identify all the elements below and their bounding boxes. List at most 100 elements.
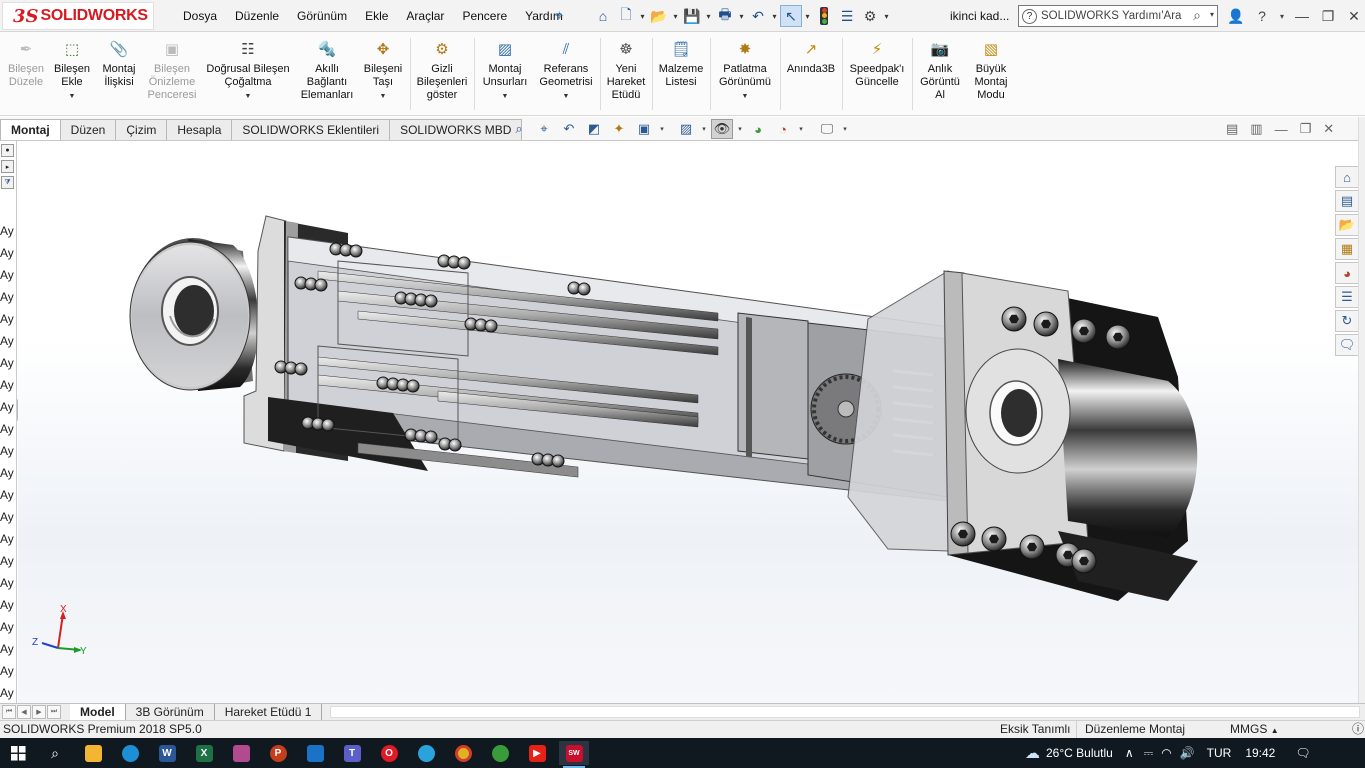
word-icon[interactable]: W (152, 741, 182, 765)
file-explorer-taskbar-icon[interactable] (78, 741, 108, 765)
tab-montaj[interactable]: Montaj (0, 119, 61, 140)
section-view-icon[interactable]: ◩ (583, 119, 605, 139)
bolt-head[interactable] (551, 454, 565, 468)
open-icon[interactable]: 📂 (648, 5, 670, 27)
volume-icon[interactable]: 🔊 (1180, 746, 1195, 760)
next-tab-arrow-icon[interactable]: ▶ (32, 705, 46, 719)
excel-icon[interactable]: X (189, 741, 219, 765)
pin-menu-icon[interactable]: ⌖ (555, 7, 563, 24)
edit-component-button[interactable]: ✒ Bileşen Düzele (6, 38, 46, 89)
status-help-icon[interactable]: ⓘ (1344, 721, 1364, 738)
assembly-features-button[interactable]: ▨ Montaj Unsurları ▼ (478, 38, 532, 103)
tree-item[interactable]: Ay (0, 528, 14, 550)
bolt-head[interactable] (577, 282, 591, 296)
help-icon[interactable]: ? (1252, 8, 1272, 24)
wifi-icon[interactable]: ◠ (1161, 746, 1171, 760)
tree-item[interactable]: Ay (0, 462, 14, 484)
doc-close-icon[interactable]: ✕ (1323, 121, 1334, 137)
rebuild-traffic-light-icon[interactable] (813, 5, 835, 27)
chrome-icon[interactable] (448, 741, 478, 765)
last-tab-arrow-icon[interactable]: ⏭ (47, 705, 61, 719)
file-explorer-icon[interactable]: 📂 (1335, 214, 1359, 236)
tree-item[interactable]: Ay (0, 418, 14, 440)
tree-item[interactable]: Ay (0, 506, 14, 528)
tab-cizim[interactable]: Çizim (115, 119, 168, 140)
instant3d-button[interactable]: ↗ Anında3B (783, 38, 839, 76)
zoom-to-area-icon[interactable]: ⌖ (533, 119, 555, 139)
hide-show-items-icon[interactable]: 👁 (711, 119, 733, 139)
bolt-head[interactable] (321, 418, 335, 432)
doc-minimize-icon[interactable]: — (1275, 122, 1288, 137)
menu-araclar[interactable]: Araçlar (397, 9, 453, 23)
bolt-head[interactable] (349, 244, 363, 258)
powerpoint-icon[interactable]: P (263, 741, 293, 765)
apply-scene-icon[interactable]: ◔ (772, 119, 794, 139)
new-document-icon[interactable]: 🗋 (615, 5, 637, 27)
options-gear-icon[interactable]: ⚙ (859, 5, 881, 27)
tab-duzen[interactable]: Düzen (59, 119, 117, 140)
previous-view-icon[interactable]: ↶ (558, 119, 580, 139)
tree-item[interactable]: Ay (0, 396, 14, 418)
view-settings-dropdown-icon[interactable]: ▾ (841, 125, 849, 133)
restore-icon[interactable]: ❐ (1318, 8, 1338, 25)
tray-overflow-icon[interactable]: ∧ (1125, 746, 1134, 760)
design-library-icon[interactable]: ▤ (1335, 190, 1359, 212)
insert-component-button[interactable]: ⬚ Bileşen Ekle ▼ (50, 38, 94, 103)
battery-icon[interactable]: ⎓ (1144, 746, 1154, 761)
bolt-head[interactable] (484, 319, 498, 333)
options-dropdown-icon[interactable]: ▾ (882, 12, 891, 21)
taskbar-search-icon[interactable]: ⌕ (40, 741, 70, 765)
dynamic-annotation-icon[interactable]: ✦ (608, 119, 630, 139)
assembly-features-dropdown-icon[interactable]: ▼ (502, 90, 509, 103)
doc-restore-icon[interactable]: ❐ (1300, 121, 1312, 137)
tab-3d-view[interactable]: 3B Görünüm (126, 704, 215, 721)
tree-item[interactable]: Ay (0, 550, 14, 572)
tree-item[interactable]: Ay (0, 264, 14, 286)
tree-item[interactable]: Ay (0, 638, 14, 660)
linear-pattern-dropdown-icon[interactable]: ▼ (245, 90, 252, 103)
insert-component-dropdown-icon[interactable]: ▼ (69, 90, 76, 103)
first-tab-arrow-icon[interactable]: ⏮ (2, 705, 16, 719)
linear-pattern-button[interactable]: ☷ Doğrusal Bileşen Çoğaltma ▼ (203, 38, 293, 103)
tree-item[interactable]: Ay (0, 594, 14, 616)
help-search-input[interactable]: ? SOLIDWORKS Yardımı'Ara ⌕ ▾ (1018, 5, 1218, 27)
bolt-head[interactable] (314, 278, 328, 292)
telegram-icon[interactable] (411, 741, 441, 765)
windows-start-icon[interactable] (3, 741, 33, 765)
zoom-to-fit-icon[interactable]: ⌕ (508, 119, 530, 139)
menu-ekle[interactable]: Ekle (356, 9, 397, 23)
tab-motion-study-1[interactable]: Hareket Etüdü 1 (215, 704, 323, 721)
open-dropdown-icon[interactable]: ▾ (671, 12, 680, 21)
tree-expand-icon[interactable]: ▸ (1, 160, 14, 173)
horizontal-scrollbar[interactable] (330, 706, 1360, 718)
edge-browser-icon[interactable] (115, 741, 145, 765)
user-account-icon[interactable]: 👤 (1226, 8, 1246, 25)
reference-geometry-dropdown-icon[interactable]: ▼ (563, 90, 570, 103)
mail-icon[interactable] (300, 741, 330, 765)
select-dropdown-icon[interactable]: ▾ (803, 12, 812, 21)
tree-item[interactable]: Ay (0, 352, 14, 374)
xbox-gamebar-icon[interactable] (485, 741, 515, 765)
solidworks-taskbar-icon[interactable]: SW (559, 741, 589, 768)
left-clevis[interactable] (129, 238, 259, 391)
prev-tab-arrow-icon[interactable]: ◀ (17, 705, 31, 719)
menu-duzenle[interactable]: Düzenle (226, 9, 288, 23)
bolt-head[interactable] (424, 294, 438, 308)
menu-gorunum[interactable]: Görünüm (288, 9, 356, 23)
menu-yardim[interactable]: Yardım (516, 9, 572, 23)
solidworks-resources-icon[interactable]: ⌂ (1335, 166, 1359, 188)
vertical-scrollbar[interactable] (1358, 117, 1365, 703)
move-component-dropdown-icon[interactable]: ▼ (380, 90, 387, 103)
search-dropdown-icon[interactable]: ▾ (1210, 10, 1214, 19)
bolt-head[interactable] (294, 362, 308, 376)
hide-show-dropdown-icon[interactable]: ▾ (736, 125, 744, 133)
large-assembly-mode-button[interactable]: ▧ Büyük Montaj Modu (967, 38, 1015, 102)
tree-item[interactable]: Ay (0, 330, 14, 352)
youtube-icon[interactable]: ▶ (522, 741, 552, 765)
unit-system[interactable]: MMGS ▲ (1222, 721, 1279, 739)
undo-dropdown-icon[interactable]: ▾ (770, 12, 779, 21)
print-dropdown-icon[interactable]: ▾ (737, 12, 746, 21)
community-forum-icon[interactable]: 🗨 (1335, 334, 1359, 356)
scene-dropdown-icon[interactable]: ▾ (797, 125, 805, 133)
undo-icon[interactable]: ↶ (747, 5, 769, 27)
